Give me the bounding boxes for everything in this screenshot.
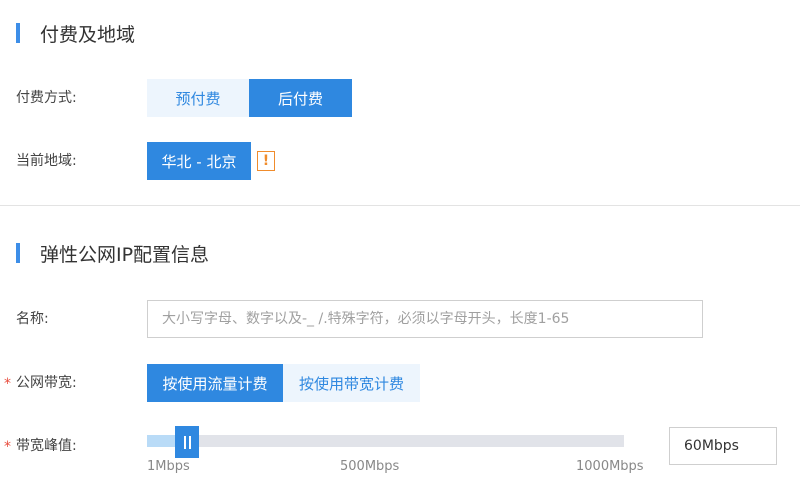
region-button[interactable]: 华北 - 北京 [147, 142, 251, 180]
eip-section-heading: 弹性公网IP配置信息 [40, 243, 210, 266]
slider-max-label: 1000Mbps [576, 459, 644, 474]
prepaid-button[interactable]: 预付费 [147, 79, 249, 117]
bandwidth-slider-handle[interactable] [175, 426, 200, 458]
section-divider [0, 205, 800, 206]
eip-section-title: 弹性公网IP配置信息 [16, 242, 210, 266]
region-label: 当前地域: [16, 153, 77, 169]
warning-icon[interactable]: ! [257, 151, 275, 171]
peak-bandwidth-label: 带宽峰值: [16, 438, 77, 454]
bandwidth-mode-label: 公网带宽: [16, 375, 77, 391]
name-input[interactable] [147, 300, 703, 338]
postpaid-button[interactable]: 后付费 [249, 79, 352, 117]
bandwidth-billing-button[interactable]: 按使用带宽计费 [283, 364, 420, 402]
slider-mid-label: 500Mbps [340, 459, 400, 474]
peak-bandwidth-input[interactable] [669, 427, 777, 465]
grip-line [188, 435, 191, 449]
section-accent-bar [16, 23, 20, 43]
required-mark: * [4, 376, 11, 392]
grip-line [183, 435, 186, 449]
billing-section-heading: 付费及地域 [40, 23, 136, 46]
traffic-billing-button[interactable]: 按使用流量计费 [147, 364, 283, 402]
name-label: 名称: [16, 311, 49, 327]
payment-method-label: 付费方式: [16, 90, 77, 106]
section-accent-bar [16, 243, 20, 263]
required-mark: * [4, 439, 11, 455]
billing-section-title: 付费及地域 [16, 22, 136, 46]
slider-min-label: 1Mbps [147, 459, 190, 474]
bandwidth-slider-track[interactable] [147, 435, 624, 447]
